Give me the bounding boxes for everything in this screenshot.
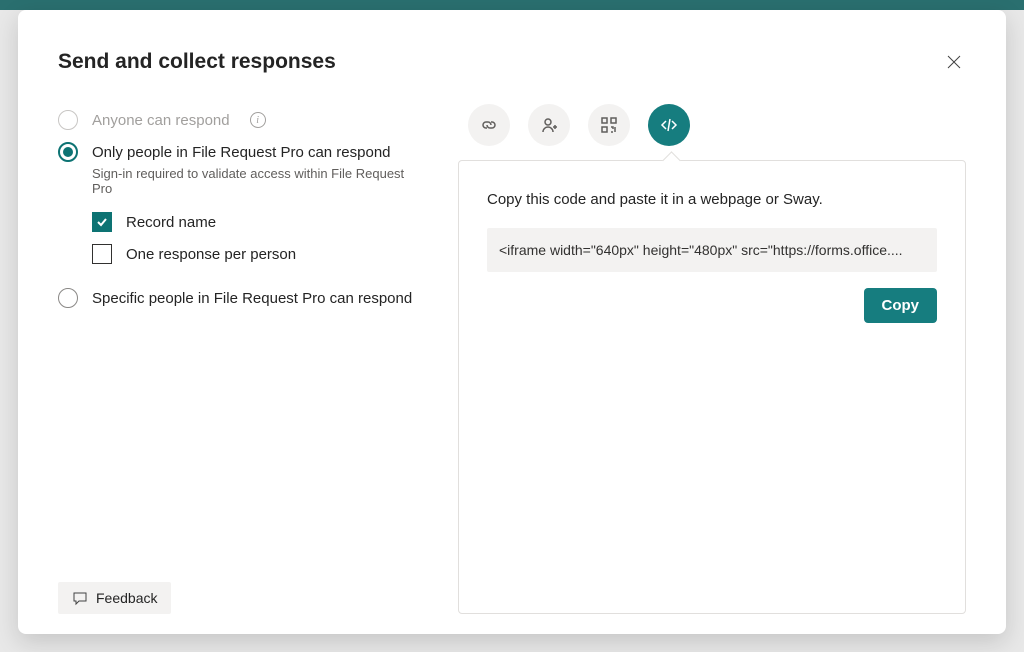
embed-code[interactable]: <iframe width="640px" height="480px" src… — [487, 228, 937, 272]
tab-link[interactable] — [468, 104, 510, 146]
checkbox-one-response[interactable]: One response per person — [92, 238, 418, 270]
radio-specific[interactable]: Specific people in File Request Pro can … — [58, 282, 418, 314]
close-icon — [946, 54, 962, 70]
info-icon[interactable]: i — [250, 112, 266, 128]
tab-embed[interactable] — [648, 104, 690, 146]
checkmark-icon — [96, 216, 108, 228]
feedback-button[interactable]: Feedback — [58, 582, 171, 614]
send-collect-modal: Send and collect responses Anyone can re… — [18, 10, 1006, 634]
embed-icon — [659, 115, 679, 135]
radio-icon — [58, 288, 78, 308]
radio-icon — [58, 142, 78, 162]
share-panel-column: Copy this code and paste it in a webpage… — [458, 104, 966, 614]
app-topbar — [0, 0, 1024, 10]
share-tabs — [458, 104, 966, 146]
modal-title: Send and collect responses — [58, 50, 336, 74]
org-sub-options: Record name One response per person — [92, 206, 418, 270]
audience-options: Anyone can respond i Only people in File… — [58, 104, 418, 614]
tab-qr[interactable] — [588, 104, 630, 146]
person-add-icon — [539, 115, 559, 135]
checkbox-label: One response per person — [126, 246, 296, 263]
checkbox-icon — [92, 212, 112, 232]
qr-icon — [599, 115, 619, 135]
embed-instruction: Copy this code and paste it in a webpage… — [487, 191, 937, 208]
radio-org-sub: Sign-in required to validate access with… — [92, 166, 418, 196]
page-background: Send and collect responses Anyone can re… — [0, 10, 1024, 652]
feedback-label: Feedback — [96, 590, 157, 606]
radio-label: Anyone can respond — [92, 112, 230, 129]
radio-anyone[interactable]: Anyone can respond i — [58, 104, 418, 136]
link-icon — [479, 115, 499, 135]
checkbox-label: Record name — [126, 214, 216, 231]
radio-label: Specific people in File Request Pro can … — [92, 290, 412, 307]
chat-icon — [72, 590, 88, 606]
radio-label: Only people in File Request Pro can resp… — [92, 144, 391, 161]
radio-icon — [58, 110, 78, 130]
checkbox-record-name[interactable]: Record name — [92, 206, 418, 238]
radio-org[interactable]: Only people in File Request Pro can resp… — [58, 136, 418, 168]
modal-header: Send and collect responses — [58, 50, 966, 74]
close-button[interactable] — [942, 50, 966, 74]
checkbox-icon — [92, 244, 112, 264]
embed-panel: Copy this code and paste it in a webpage… — [458, 160, 966, 614]
tab-invite[interactable] — [528, 104, 570, 146]
copy-button[interactable]: Copy — [864, 288, 938, 323]
modal-body: Anyone can respond i Only people in File… — [58, 104, 966, 614]
